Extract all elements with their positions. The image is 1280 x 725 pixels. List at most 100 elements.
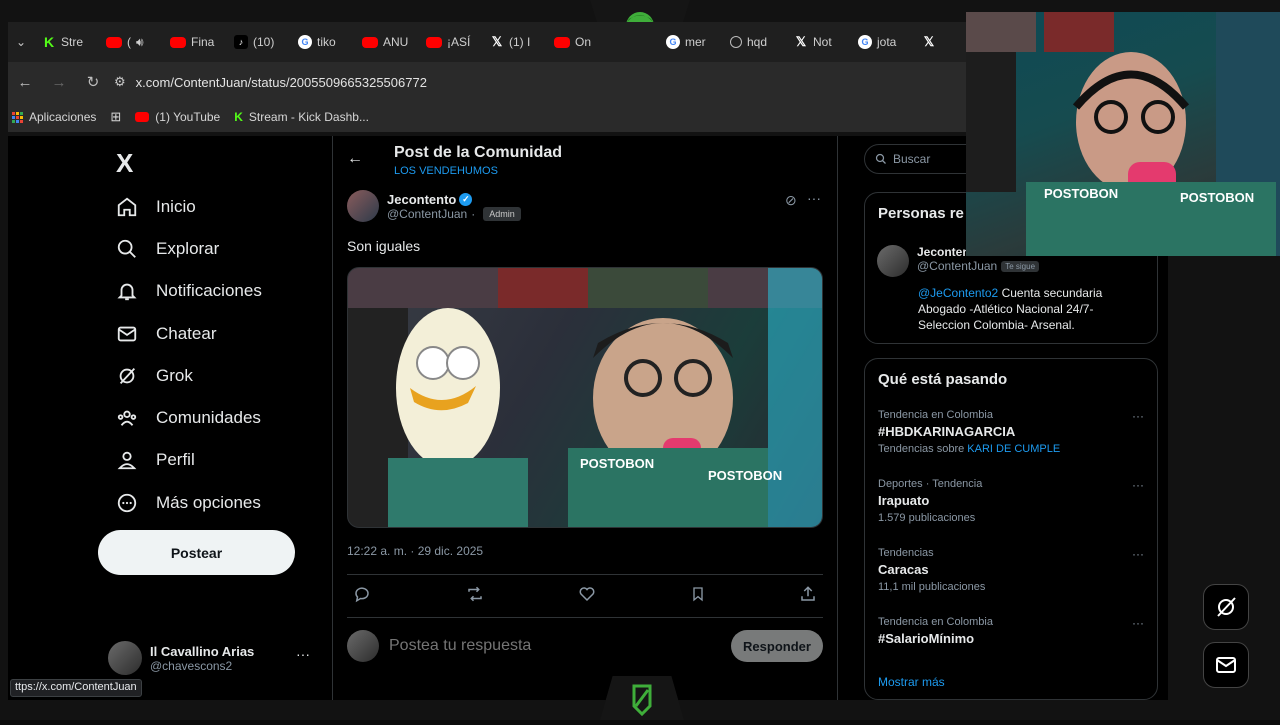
x-logo-icon[interactable]: X xyxy=(116,148,133,179)
author-handle[interactable]: @ContentJuan xyxy=(387,207,467,221)
more-icon[interactable]: ··· xyxy=(1132,478,1144,492)
post-author[interactable]: Jecontento ✓ @ContentJuan · Admin xyxy=(347,190,521,222)
bookmark-youtube[interactable]: (1) YouTube xyxy=(135,110,220,124)
avatar xyxy=(108,641,142,675)
address-bar[interactable]: ⚙ x.com/ContentJuan/status/2005509665325… xyxy=(114,67,966,97)
search-icon xyxy=(116,238,138,260)
more-icon[interactable]: ··· xyxy=(807,190,821,206)
person-bio: @JeContento2 Cuenta secundaria Abogado -… xyxy=(918,286,1103,332)
browser-tab[interactable]: 𝕏 Not xyxy=(786,27,848,57)
post-button[interactable]: Postear xyxy=(98,530,295,575)
browser-tab[interactable]: Gmer xyxy=(658,27,720,57)
browser-tab[interactable]: hqd xyxy=(722,27,784,57)
bio-mention-link[interactable]: @JeContento2 xyxy=(918,286,998,300)
more-icon[interactable]: ··· xyxy=(1132,409,1144,423)
profile-icon xyxy=(116,449,138,471)
grok-fab-icon[interactable] xyxy=(1203,584,1249,630)
svg-text:POSTOBON: POSTOBON xyxy=(1044,186,1118,201)
more-icon[interactable]: ··· xyxy=(296,646,310,662)
x-icon: 𝕏 xyxy=(491,34,503,49)
show-more-link[interactable]: Mostrar más xyxy=(878,675,945,689)
more-icon[interactable]: ··· xyxy=(1132,547,1144,561)
site-settings-icon[interactable]: ⚙ xyxy=(114,74,126,90)
trend-item[interactable]: Tendencias Caracas 11,1 mil publicacione… xyxy=(878,547,1148,593)
back-arrow-icon[interactable]: ← xyxy=(347,150,363,168)
reload-icon[interactable]: ↻ xyxy=(76,65,110,99)
like-icon[interactable] xyxy=(578,585,596,607)
trend-item[interactable]: Deportes · Tendencia Irapuato 1.579 publ… xyxy=(878,478,1148,524)
browser-tab[interactable]: K Stre xyxy=(34,27,96,57)
sidebar-item-chat[interactable]: Chatear xyxy=(116,319,216,349)
sidebar-item-communities[interactable]: Comunidades xyxy=(116,403,261,433)
stream-frame: ⌄ K Stre (🔊︎ Fina ♪ (10) Gtiko ANU ¡ASÍ 𝕏(… xyxy=(0,0,1280,720)
community-name[interactable]: LOS VENDEHUMOS xyxy=(394,165,498,177)
follows-you-badge: Te sigue xyxy=(1001,260,1040,272)
browser-tab[interactable]: (🔊︎ xyxy=(98,27,160,57)
sidebar-item-grok[interactable]: Grok xyxy=(116,361,193,391)
browser-tab[interactable] xyxy=(610,27,656,57)
browser-tab[interactable]: Fina xyxy=(162,27,224,57)
avatar[interactable] xyxy=(347,190,379,222)
browser-tab[interactable]: ANU xyxy=(354,27,416,57)
person-handle[interactable]: @ContentJuan xyxy=(917,259,997,273)
sidebar-item-more[interactable]: Más opciones xyxy=(116,488,261,518)
trend-item[interactable]: Tendencia en Colombia #SalarioMínimo ··· xyxy=(878,616,1148,646)
bookmark-icon[interactable] xyxy=(690,585,706,607)
page-header: ← Post de la Comunidad LOS VENDEHUMOS xyxy=(333,142,839,184)
grok-icon[interactable]: ⊘ xyxy=(785,192,797,209)
bookmark-grid[interactable]: ⊞ xyxy=(110,109,121,125)
url-text: x.com/ContentJuan/status/200550966532550… xyxy=(135,74,427,90)
webcam-overlay: POSTOBON POSTOBON xyxy=(966,12,1280,256)
post-actions xyxy=(347,574,823,618)
share-icon[interactable] xyxy=(799,585,817,607)
sidebar-item-profile[interactable]: Perfil xyxy=(116,445,195,475)
retweet-icon[interactable] xyxy=(465,585,485,607)
tiktok-icon: ♪ xyxy=(234,35,248,49)
sidebar-item-notifications[interactable]: Notificaciones xyxy=(116,276,262,306)
browser-tab[interactable]: Gtiko xyxy=(290,27,352,57)
messages-fab-icon[interactable] xyxy=(1203,642,1249,688)
browser-tab[interactable]: 𝕏 xyxy=(914,27,934,57)
avatar[interactable] xyxy=(877,245,909,277)
communities-icon xyxy=(116,407,138,429)
google-icon: G xyxy=(666,35,680,49)
bookmark-apps[interactable]: Aplicaciones xyxy=(12,110,96,124)
post-timestamp[interactable]: 12:22 a. m. · 29 dic. 2025 xyxy=(347,544,483,558)
post-media-image[interactable]: POSTOBON POSTOBON xyxy=(347,267,823,528)
reply-icon[interactable] xyxy=(353,585,371,607)
sidebar-item-explore[interactable]: Explorar xyxy=(116,234,219,264)
trend-item[interactable]: Tendencia en Colombia #HBDKARINAGARCIA T… xyxy=(878,409,1148,455)
browser-tab[interactable]: Gjota xyxy=(850,27,912,57)
google-icon: G xyxy=(858,35,872,49)
browser-tab[interactable]: On xyxy=(546,27,608,57)
author-name[interactable]: Jecontento xyxy=(387,192,456,207)
browser-tab[interactable]: 𝕏 (1) I xyxy=(482,27,544,57)
overlay-bottom-decoration xyxy=(600,676,684,720)
more-circle-icon xyxy=(116,492,138,514)
bookmark-kick[interactable]: K Stream - Kick Dashb... xyxy=(234,110,369,124)
account-switcher[interactable]: Il Cavallino Arias @chavescons2 ··· xyxy=(108,636,318,680)
forward-icon[interactable]: → xyxy=(42,65,76,99)
streamer-webcam-image: POSTOBON POSTOBON xyxy=(966,12,1280,256)
reply-button[interactable]: Responder xyxy=(731,630,823,662)
speaker-icon[interactable]: 🔊︎ xyxy=(136,35,144,50)
reply-composer: Responder xyxy=(347,628,823,664)
youtube-icon xyxy=(106,36,122,48)
svg-text:POSTOBON: POSTOBON xyxy=(580,456,654,471)
x-icon: 𝕏 xyxy=(923,34,934,49)
sidebar-item-home[interactable]: Inicio xyxy=(116,192,196,222)
browser-toolbar: ← → ↻ ⚙ x.com/ContentJuan/status/2005509… xyxy=(8,62,966,102)
reply-input[interactable] xyxy=(389,637,721,655)
youtube-icon xyxy=(426,36,442,48)
tab-search-dropdown-icon[interactable]: ⌄ xyxy=(10,27,32,57)
more-icon[interactable]: ··· xyxy=(1132,616,1144,630)
link-status-bar: ttps://x.com/ContentJuan xyxy=(10,679,142,697)
account-handle: @chavescons2 xyxy=(150,658,233,673)
browser-tab[interactable]: ♪ (10) xyxy=(226,27,288,57)
avatar xyxy=(347,630,379,662)
kick-icon: K xyxy=(43,34,55,50)
browser-tab[interactable]: ¡ASÍ xyxy=(418,27,480,57)
back-icon[interactable]: ← xyxy=(8,65,42,99)
shield-logo-icon xyxy=(632,684,652,717)
search-icon xyxy=(875,153,886,164)
